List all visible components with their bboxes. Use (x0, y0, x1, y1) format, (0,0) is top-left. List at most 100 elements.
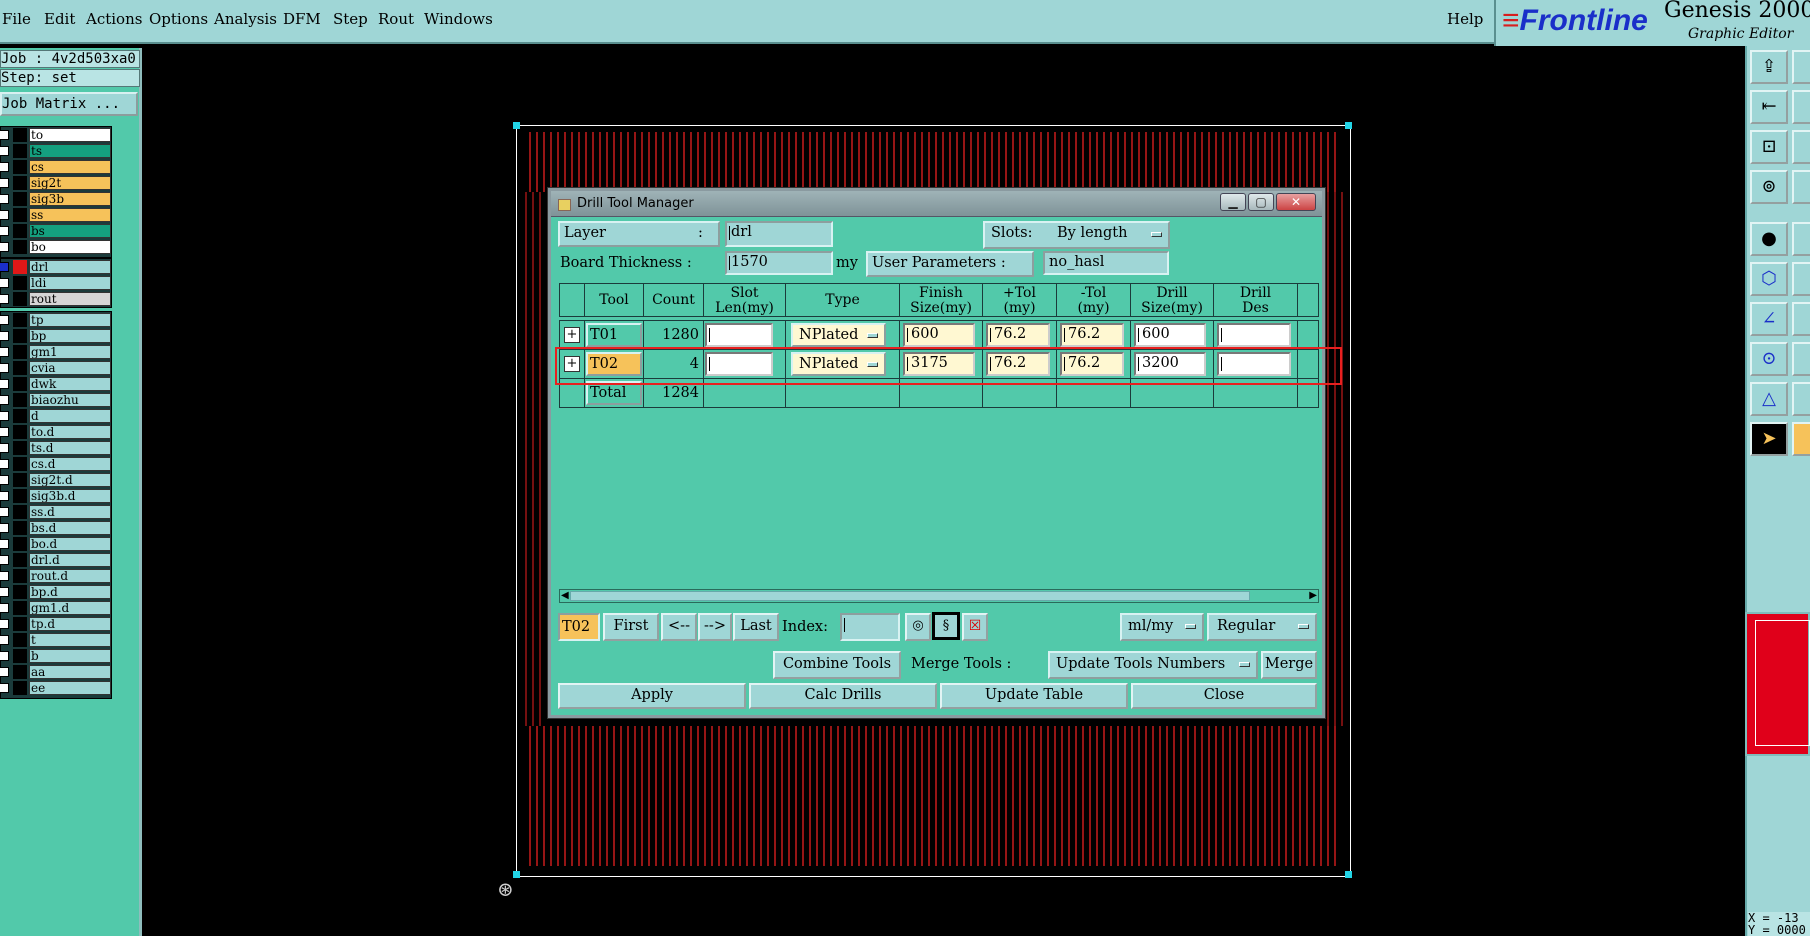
layer-name[interactable]: ss.d (29, 505, 111, 519)
layer-row-sig2t[interactable]: sig2t (0, 175, 111, 191)
export-alt-tool-button[interactable] (1792, 50, 1810, 84)
layer-name[interactable]: tp (29, 313, 111, 327)
layer-name[interactable]: aa (29, 665, 111, 679)
layer-row-sig2t.d[interactable]: sig2t.d (0, 472, 111, 488)
layer-color-swatch[interactable] (13, 489, 27, 503)
layer-row-tp.d[interactable]: tp.d (0, 616, 111, 632)
scroll-right-icon[interactable]: ▶ (1309, 590, 1317, 602)
layer-checkbox[interactable] (0, 331, 9, 341)
layer-name[interactable]: ts (29, 144, 111, 158)
layer-color-swatch[interactable] (13, 361, 27, 375)
layer-row-cs.d[interactable]: cs.d (0, 456, 111, 472)
layer-tool-button[interactable]: ⇤ (1750, 90, 1788, 124)
layer-checkbox[interactable] (0, 539, 9, 549)
combine-tools-button[interactable]: Combine Tools (773, 651, 901, 679)
tool-type-dropdown[interactable]: NPlated (791, 323, 886, 347)
layer-row-dwk[interactable]: dwk (0, 376, 111, 392)
layer-row-cs[interactable]: cs (0, 159, 111, 175)
layer-name[interactable]: bo (29, 240, 111, 254)
job-matrix-button[interactable]: Job Matrix ... (0, 92, 138, 116)
layer-checkbox[interactable] (0, 278, 9, 288)
units-dropdown[interactable]: ml/my (1120, 613, 1204, 641)
layer-color-swatch[interactable] (13, 160, 27, 174)
layer-name[interactable]: d (29, 409, 111, 423)
layer-color-swatch[interactable] (13, 409, 27, 423)
layer-row-t[interactable]: t (0, 632, 111, 648)
finish-size-field[interactable]: 600 (903, 323, 975, 347)
close-button[interactable]: Close (1131, 683, 1317, 709)
layer-checkbox[interactable] (0, 294, 9, 304)
layer-name[interactable]: sig2t.d (29, 473, 111, 487)
fit-alt-tool-button[interactable] (1792, 130, 1810, 164)
slot-length-field[interactable] (705, 323, 773, 347)
mode-dropdown[interactable]: Regular (1207, 613, 1317, 641)
line-alt-tool-button[interactable] (1792, 302, 1810, 336)
index-field[interactable] (840, 613, 900, 641)
layer-color-swatch[interactable] (13, 585, 27, 599)
scroll-thumb[interactable] (570, 591, 1250, 601)
layer-name[interactable]: bs.d (29, 521, 111, 535)
apply-button[interactable]: Apply (558, 683, 746, 709)
view-tool-button[interactable]: ⊚ (1750, 170, 1788, 204)
slots-dropdown[interactable]: Slots: By length (983, 221, 1170, 249)
merge-option-dropdown[interactable]: Update Tools Numbers (1048, 651, 1258, 679)
layer-name[interactable]: sig3b.d (29, 489, 111, 503)
layer-checkbox[interactable] (0, 395, 9, 405)
layer-row-ldi[interactable]: ldi (0, 275, 111, 291)
layer-row-rout.d[interactable]: rout.d (0, 568, 111, 584)
layer-row-d[interactable]: d (0, 408, 111, 424)
layer-checkbox[interactable] (0, 146, 9, 156)
layer-name[interactable]: bp.d (29, 585, 111, 599)
layer-name[interactable]: cs (29, 160, 111, 174)
menu-options[interactable]: Options (149, 10, 208, 28)
layer-name[interactable]: to (29, 128, 111, 142)
layer-name[interactable]: gm1 (29, 345, 111, 359)
view-alt-tool-button[interactable] (1792, 170, 1810, 204)
layer-name[interactable]: cs.d (29, 457, 111, 471)
layer-color-swatch[interactable] (13, 276, 27, 290)
minimize-button[interactable]: ▁ (1220, 193, 1246, 211)
layer-alt-tool-button[interactable] (1792, 90, 1810, 124)
select-alt-tool-button[interactable] (1792, 422, 1810, 456)
menu-windows[interactable]: Windows (424, 10, 493, 28)
layer-color-swatch[interactable] (13, 260, 27, 274)
layer-color-swatch[interactable] (13, 329, 27, 343)
layer-checkbox[interactable] (0, 427, 9, 437)
menu-analysis[interactable]: Analysis (214, 10, 277, 28)
dialog-titlebar[interactable]: Drill Tool Manager ▁ ▢ ✕ (551, 191, 1322, 217)
layer-name[interactable]: sig3b (29, 192, 111, 206)
layer-row-drl.d[interactable]: drl.d (0, 552, 111, 568)
layer-color-swatch[interactable] (13, 144, 27, 158)
layer-color-swatch[interactable] (13, 240, 27, 254)
layer-name[interactable]: rout (29, 292, 111, 306)
maximize-button[interactable]: ▢ (1248, 193, 1274, 211)
layer-name[interactable]: bo.d (29, 537, 111, 551)
layer-color-swatch[interactable] (13, 292, 27, 306)
select-tool-button[interactable]: ➤ (1750, 422, 1788, 456)
close-window-button[interactable]: ✕ (1276, 193, 1316, 211)
layer-row-b[interactable]: b (0, 648, 111, 664)
layer-color-swatch[interactable] (13, 345, 27, 359)
layer-row-aa[interactable]: aa (0, 664, 111, 680)
layer-color-swatch[interactable] (13, 208, 27, 222)
layer-color-swatch[interactable] (13, 617, 27, 631)
layer-color-swatch[interactable] (13, 425, 27, 439)
menu-dfm[interactable]: DFM (283, 10, 321, 28)
layer-checkbox[interactable] (0, 491, 9, 501)
layer-color-swatch[interactable] (13, 649, 27, 663)
layer-name[interactable]: gm1.d (29, 601, 111, 615)
net-alt-tool-button[interactable] (1792, 262, 1810, 296)
layer-name[interactable]: bp (29, 329, 111, 343)
user-parameters-field[interactable]: no_hasl (1043, 251, 1169, 275)
table-horizontal-scrollbar[interactable]: ◀ ▶ (559, 589, 1319, 603)
layer-row-bs.d[interactable]: bs.d (0, 520, 111, 536)
layer-name[interactable]: tp.d (29, 617, 111, 631)
layer-checkbox[interactable] (0, 194, 9, 204)
layer-color-swatch[interactable] (13, 505, 27, 519)
layer-color-swatch[interactable] (13, 224, 27, 238)
layer-checkbox[interactable] (0, 587, 9, 597)
layer-checkbox[interactable] (0, 603, 9, 613)
layer-color-swatch[interactable] (13, 192, 27, 206)
corner-handle[interactable] (513, 122, 520, 129)
plus-tol-field[interactable]: 76.2 (986, 323, 1050, 347)
